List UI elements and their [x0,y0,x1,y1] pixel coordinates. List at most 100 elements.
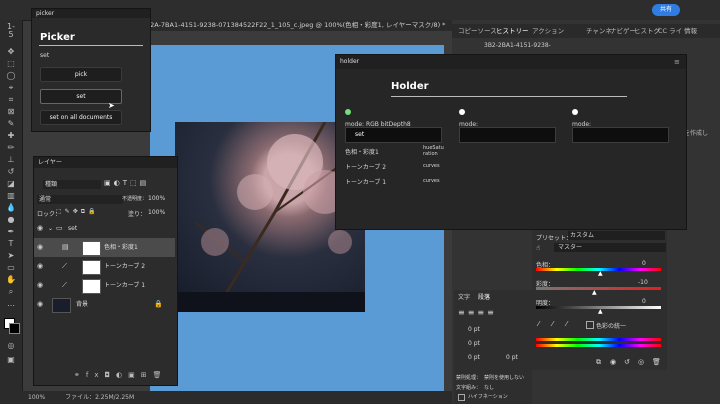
layers-footer-icons[interactable]: ⚭fx◘◐▣⊞🗑 [74,371,167,379]
kinsoku-select[interactable]: 禁則を使用しない [484,374,524,381]
slot-1-set-button[interactable]: set [345,127,442,143]
saturation-value[interactable]: -10 [638,279,648,286]
tab-channels[interactable]: チャンネ [586,24,612,38]
brush-tool-icon[interactable]: ✏ [6,144,16,152]
lightness-value[interactable]: 0 [642,298,646,305]
tab-copy-source[interactable]: コピーソース [458,24,497,38]
quick-mask-icon[interactable]: ◎ [6,342,16,350]
type-tool-icon[interactable]: T [6,240,16,248]
history-item[interactable]: 3B2-2BA1-4151-9238- [484,42,551,49]
frame-tool-icon[interactable]: ⊠ [6,108,16,116]
hue-value[interactable]: 0 [642,260,646,267]
tab-actions[interactable]: アクション [532,24,564,38]
slot-3-radio[interactable] [572,109,578,115]
tab-paragraph[interactable]: 段落 [478,292,490,301]
zoom-tool-icon[interactable]: ⌕ [6,288,16,296]
lock-icons[interactable]: ⬚✎✥⧉🔒 [56,208,98,216]
layer-row-hue-saturation[interactable]: ◉ ▤ 色相・彩度1 [34,238,175,257]
tab-cc-libraries[interactable]: CC ライ [658,24,682,38]
tab-history[interactable]: ヒストリー [496,24,529,38]
align-icons[interactable]: ≡≡≡≡ [458,308,497,317]
gradient-tool-icon[interactable]: ▥ [6,192,16,200]
path-select-icon[interactable]: ➤ [6,252,16,260]
more-tools-icon[interactable]: ⋯ [6,302,16,310]
share-button[interactable]: 共有 [652,4,680,16]
visibility-eye-icon[interactable]: ◉ [37,257,43,276]
history-brush-icon[interactable]: ↺ [6,168,16,176]
trash-icon[interactable]: 🗑 [652,358,661,366]
set-on-all-documents-button[interactable]: set on all documents [40,110,122,125]
lightness-slider-handle[interactable]: ▲ [598,308,603,315]
marquee-tool-icon[interactable]: ⬚ [6,60,16,68]
hand-adjust-icon[interactable]: ☝ [536,244,540,252]
crop-tool-icon[interactable]: ⌗ [6,96,16,104]
zoom-level[interactable]: 100% [28,394,45,401]
channel-select[interactable]: マスター [554,243,666,252]
layer-row-background[interactable]: ◉ 背景 🔒 [34,295,172,314]
space-before-value[interactable]: 0 pt [468,354,480,361]
select-tool-icon[interactable]: ⌖ [6,84,16,92]
eyedropper-plus-icon[interactable]: ⁄ [552,320,553,328]
document-tab[interactable]: 62A-7BA1-4151-9238-071384522F22_1_105_c.… [146,20,454,31]
indent-left-value[interactable]: 0 pt [468,326,480,333]
slot-1-radio[interactable] [345,109,351,115]
tab-histogram[interactable]: ヒストグ [634,24,660,38]
blur-tool-icon[interactable]: 💧 [6,204,16,212]
slot-2-field[interactable] [459,127,556,143]
shape-tool-icon[interactable]: ▭ [6,264,16,272]
group-chevron-icon[interactable]: ⌄ [48,219,53,238]
visibility-eye-icon[interactable]: ◉ [37,219,43,238]
blend-mode-select[interactable]: 通常 [37,195,123,204]
filter-icons[interactable]: ▣◐T⬚▤ [104,179,149,187]
move-tool-icon[interactable]: ✥ [6,48,16,56]
reset-icon[interactable]: ↺ [624,358,630,366]
preset-select[interactable]: カスタム [568,231,665,240]
layer-kind-filter[interactable]: 種類 [43,180,101,189]
saturation-slider[interactable] [536,287,661,290]
healing-tool-icon[interactable]: ✚ [6,132,16,140]
layers-tab[interactable]: レイヤー [34,157,177,168]
lasso-tool-icon[interactable]: ◯ [6,72,16,80]
panel-menu-icon[interactable]: ≡ [674,58,680,66]
clip-icon[interactable]: ⧉ [596,358,601,367]
opacity-value[interactable]: 100% [148,195,165,202]
layer-row-set[interactable]: ◉ ⌄ ▭ set [34,219,172,238]
tab-navigator[interactable]: ナビゲー [610,24,636,38]
visibility-eye-icon[interactable]: ◉ [37,295,43,314]
colorize-checkbox[interactable] [586,321,594,329]
hyphenation-checkbox[interactable] [458,394,465,401]
tab-info[interactable]: 情報 [684,24,697,38]
dodge-tool-icon[interactable]: ● [6,216,16,224]
visibility-eye-icon[interactable]: ◉ [37,276,43,295]
layer-row-curves-1[interactable]: ◉ ⟋ トーンカーブ 1 [34,276,172,295]
pick-button[interactable]: pick [40,67,122,82]
space-after-value[interactable]: 0 pt [506,354,518,361]
visibility-eye-icon[interactable]: ◉ [37,238,43,257]
fill-value[interactable]: 100% [148,209,165,216]
layer-thumbnail[interactable] [52,298,71,313]
eyedropper-minus-icon[interactable]: ⁄ [566,320,567,328]
eyedropper-tool-icon[interactable]: ✎ [6,120,16,128]
eraser-tool-icon[interactable]: ◪ [6,180,16,188]
view-previous-icon[interactable]: ◉ [610,358,616,366]
indent-first-value[interactable]: 0 pt [468,340,480,347]
saturation-slider-handle[interactable]: ▲ [592,289,597,296]
layer-row-curves-2[interactable]: ◉ ⟋ トーンカーブ 2 [34,257,172,276]
mojikumi-select[interactable]: なし [484,384,494,391]
layer-mask-thumbnail[interactable] [82,241,101,256]
picker-tab[interactable]: picker [32,9,150,18]
pen-tool-icon[interactable]: ✒ [6,228,16,236]
background-color-swatch[interactable] [9,323,20,334]
hand-tool-icon[interactable]: ✋ [6,276,16,284]
layer-mask-thumbnail[interactable] [82,260,101,275]
holder-tab[interactable]: holder [336,55,686,69]
hue-slider-handle[interactable]: ▲ [598,270,603,277]
visibility-icon[interactable]: ◎ [638,358,644,366]
slot-3-field[interactable] [572,127,669,143]
tab-character[interactable]: 文字 [458,292,470,301]
screen-mode-icon[interactable]: ▣ [6,356,16,364]
stamp-tool-icon[interactable]: ⊥ [6,156,16,164]
layer-mask-thumbnail[interactable] [82,279,101,294]
slot-2-radio[interactable] [459,109,465,115]
eyedropper-icon[interactable]: ⁄ [538,320,539,328]
